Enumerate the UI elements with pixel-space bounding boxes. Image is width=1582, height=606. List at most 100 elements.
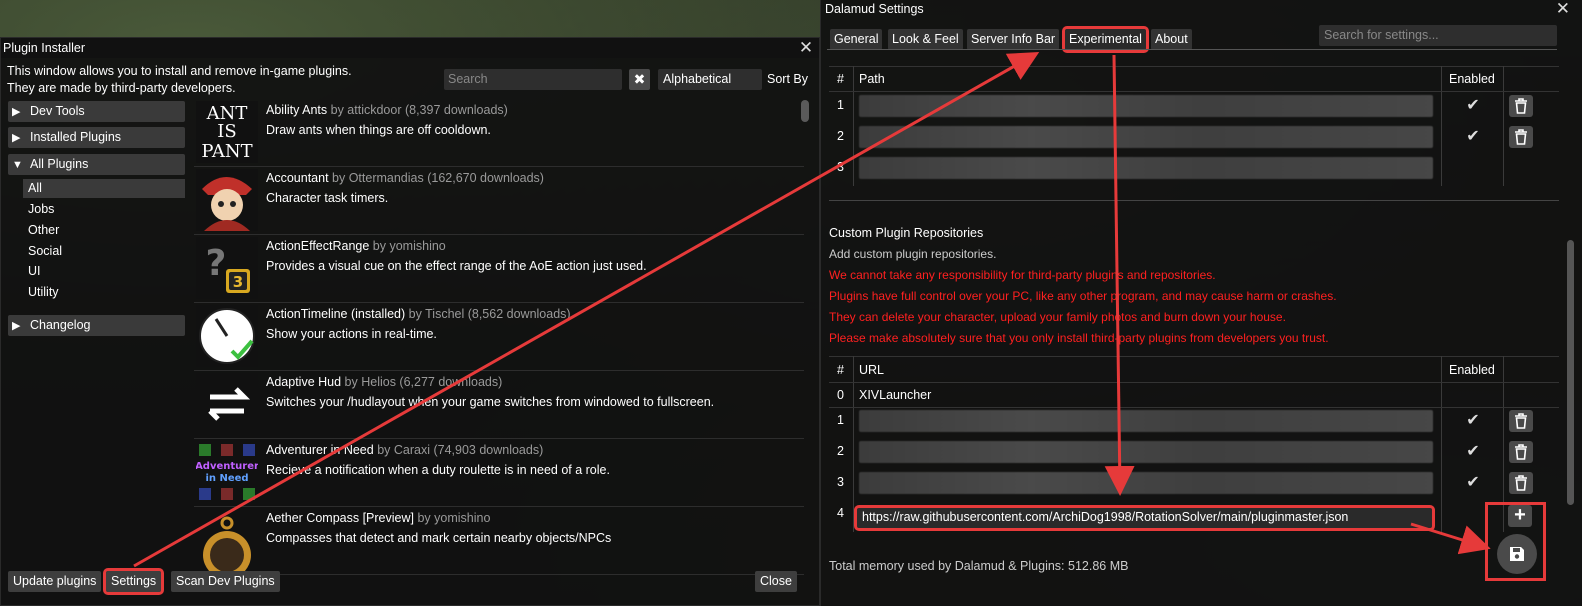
subcategory-all[interactable]: All — [23, 179, 185, 198]
table-row-divider — [829, 407, 1559, 408]
add-repo-button[interactable]: + — [1508, 505, 1532, 527]
sort-dropdown[interactable]: Alphabetical — [658, 69, 762, 90]
clear-search-button[interactable]: ✖ — [629, 69, 650, 90]
tab-about[interactable]: About — [1151, 29, 1192, 50]
plugin-description: Show your actions in real-time. — [266, 327, 437, 341]
subcategory-ui[interactable]: UI — [23, 262, 185, 281]
plugin-item-accountant[interactable]: Accountant by Ottermandias (162,670 down… — [194, 167, 804, 235]
thumb-word: PANT — [201, 141, 252, 162]
save-button[interactable] — [1497, 534, 1537, 574]
repo-url-input[interactable] — [859, 472, 1433, 494]
col-enabled-header: Enabled — [1449, 363, 1495, 377]
warning-text: Please make absolutely sure that you onl… — [829, 331, 1329, 345]
repo-url-input[interactable] — [859, 410, 1433, 432]
update-plugins-button[interactable]: Update plugins — [8, 571, 102, 592]
triangle-down-icon: ▼ — [12, 159, 23, 171]
plugin-item-actioneffectrange[interactable]: ? 3 ActionEffectRange by yomishino Provi… — [194, 235, 804, 303]
subcategory-other[interactable]: Other — [23, 221, 185, 240]
category-dev-tools[interactable]: ▶ Dev Tools — [8, 101, 185, 122]
plugin-item-adventurer-in-need[interactable]: Adventurer in Need Adventurer in Need by… — [194, 439, 804, 507]
dev-path-input[interactable] — [859, 95, 1433, 117]
section-separator — [829, 200, 1559, 201]
check-icon[interactable]: ✔ — [1461, 410, 1485, 432]
plugin-meta: by Ottermandias (162,670 downloads) — [332, 171, 544, 185]
plugin-name: Ability Ants — [266, 103, 328, 117]
window-title: Dalamud Settings — [825, 2, 924, 16]
check-icon[interactable]: ✔ — [1461, 472, 1485, 494]
trash-icon[interactable] — [1509, 441, 1533, 463]
category-installed-plugins[interactable]: ▶ Installed Plugins — [8, 127, 185, 148]
plugin-item-actiontimeline[interactable]: ActionTimeline (installed) by Tischel (8… — [194, 303, 804, 371]
trash-icon[interactable] — [1509, 126, 1533, 148]
adventurer-in-need-thumbnail: Adventurer in Need — [196, 441, 258, 503]
col-divider — [853, 66, 854, 186]
close-icon[interactable]: ✕ — [797, 39, 815, 57]
trash-icon[interactable] — [1509, 410, 1533, 432]
plugin-description: Character task timers. — [266, 191, 389, 205]
section-subtitle: Add custom plugin repositories. — [829, 247, 997, 261]
category-label: Installed Plugins — [30, 130, 122, 144]
check-icon[interactable]: ✔ — [1461, 126, 1485, 148]
row-number: 2 — [837, 444, 844, 458]
col-url-header: URL — [859, 363, 885, 377]
col-divider — [1503, 66, 1504, 186]
new-repo-url-input[interactable]: https://raw.githubusercontent.com/ArchiD… — [854, 505, 1435, 531]
plugin-meta: by attickdoor (8,397 downloads) — [330, 103, 508, 117]
plugin-name: Adventurer in Need — [266, 443, 374, 457]
plugin-list-scrollbar[interactable] — [801, 100, 809, 122]
close-icon[interactable]: ✕ — [1556, 0, 1570, 19]
compass-icon — [196, 509, 258, 571]
plugin-name: ActionTimeline (installed) — [266, 307, 406, 321]
plugin-item-aether-compass[interactable]: Aether Compass [Preview] by yomishino Co… — [194, 507, 804, 575]
table-border — [829, 66, 1559, 67]
close-button[interactable]: Close — [755, 571, 797, 592]
table-row-divider — [829, 382, 1559, 383]
scan-dev-plugins-button[interactable]: Scan Dev Plugins — [171, 571, 280, 592]
trash-icon[interactable] — [1509, 472, 1533, 494]
row-number: 0 — [837, 388, 844, 402]
plugin-name: Adaptive Hud — [266, 375, 342, 389]
tab-general[interactable]: General — [830, 29, 883, 50]
desc-line: This window allows you to install and re… — [7, 64, 352, 78]
tab-underline — [827, 49, 1557, 50]
accountant-thumbnail — [196, 169, 258, 231]
plugin-item-adaptive-hud[interactable]: Adaptive Hud by Helios (6,277 downloads)… — [194, 371, 804, 439]
category-changelog[interactable]: ▶ Changelog — [8, 315, 185, 336]
subcategory-utility[interactable]: Utility — [23, 283, 185, 302]
thumb-number: 3 — [233, 273, 243, 291]
check-icon[interactable]: ✔ — [1461, 441, 1485, 463]
plugin-title: Adaptive Hud by Helios (6,277 downloads) — [266, 375, 502, 389]
settings-button[interactable]: Settings — [102, 568, 165, 595]
subcategory-jobs[interactable]: Jobs — [23, 200, 185, 219]
plugin-meta: by yomishino — [372, 239, 446, 253]
triangle-right-icon: ▶ — [12, 320, 21, 332]
ability-ants-thumbnail: ANT IS PANT — [196, 101, 258, 163]
dev-path-input[interactable] — [859, 126, 1433, 148]
category-label: All Plugins — [30, 157, 89, 171]
tab-experimental[interactable]: Experimental — [1062, 26, 1149, 53]
plugin-meta: by yomishino — [417, 511, 491, 525]
plugin-description: Switches your /hudlayout when your game … — [266, 395, 715, 409]
trash-icon[interactable] — [1509, 95, 1533, 117]
triangle-right-icon: ▶ — [12, 132, 21, 144]
row-number: 3 — [837, 160, 844, 174]
svg-text:?: ? — [206, 243, 227, 284]
actiontimeline-thumbnail — [196, 305, 258, 367]
subcategory-social[interactable]: Social — [23, 242, 185, 261]
settings-search-input[interactable]: Search for settings... — [1319, 25, 1557, 46]
category-label: Dev Tools — [30, 104, 85, 118]
settings-scrollbar[interactable] — [1567, 240, 1574, 505]
plugin-item-ability-ants[interactable]: ANT IS PANT Ability Ants by attickdoor (8,… — [194, 99, 804, 167]
category-all-plugins[interactable]: ▼ All Plugins — [8, 154, 185, 175]
dev-path-input[interactable] — [859, 157, 1433, 179]
check-icon[interactable]: ✔ — [1461, 95, 1485, 117]
plugin-title: Accountant by Ottermandias (162,670 down… — [266, 171, 544, 185]
search-input[interactable]: Search — [444, 69, 622, 90]
warning-text: Plugins have full control over your PC, … — [829, 289, 1337, 303]
svg-text:in Need: in Need — [205, 473, 248, 484]
repo-url-input[interactable] — [859, 441, 1433, 463]
plugin-description: Recieve a notification when a duty roule… — [266, 463, 610, 477]
tab-look-and-feel[interactable]: Look & Feel — [888, 29, 963, 50]
dalamud-settings-window: Dalamud Settings ✕ General Look & Feel S… — [820, 0, 1582, 606]
tab-server-info-bar[interactable]: Server Info Bar — [967, 29, 1060, 50]
